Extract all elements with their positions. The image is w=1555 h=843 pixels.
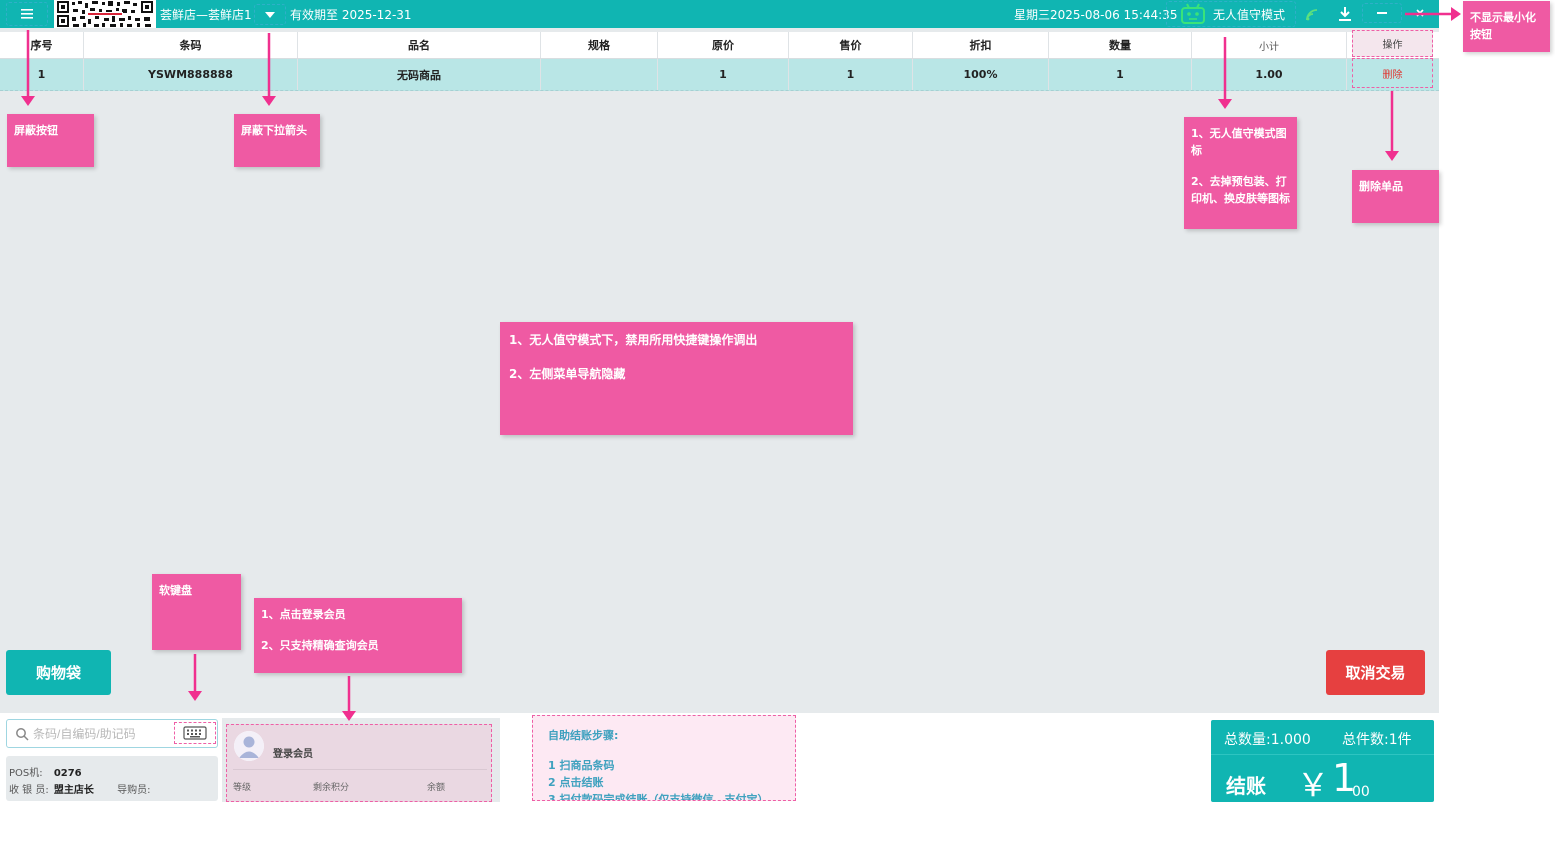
pos-screen: 荟鲜店—荟鲜店1 有效期至 2025-12-31 星期三2025-08-06 1… — [0, 0, 1555, 843]
annotation-arrows — [21, 7, 1461, 721]
